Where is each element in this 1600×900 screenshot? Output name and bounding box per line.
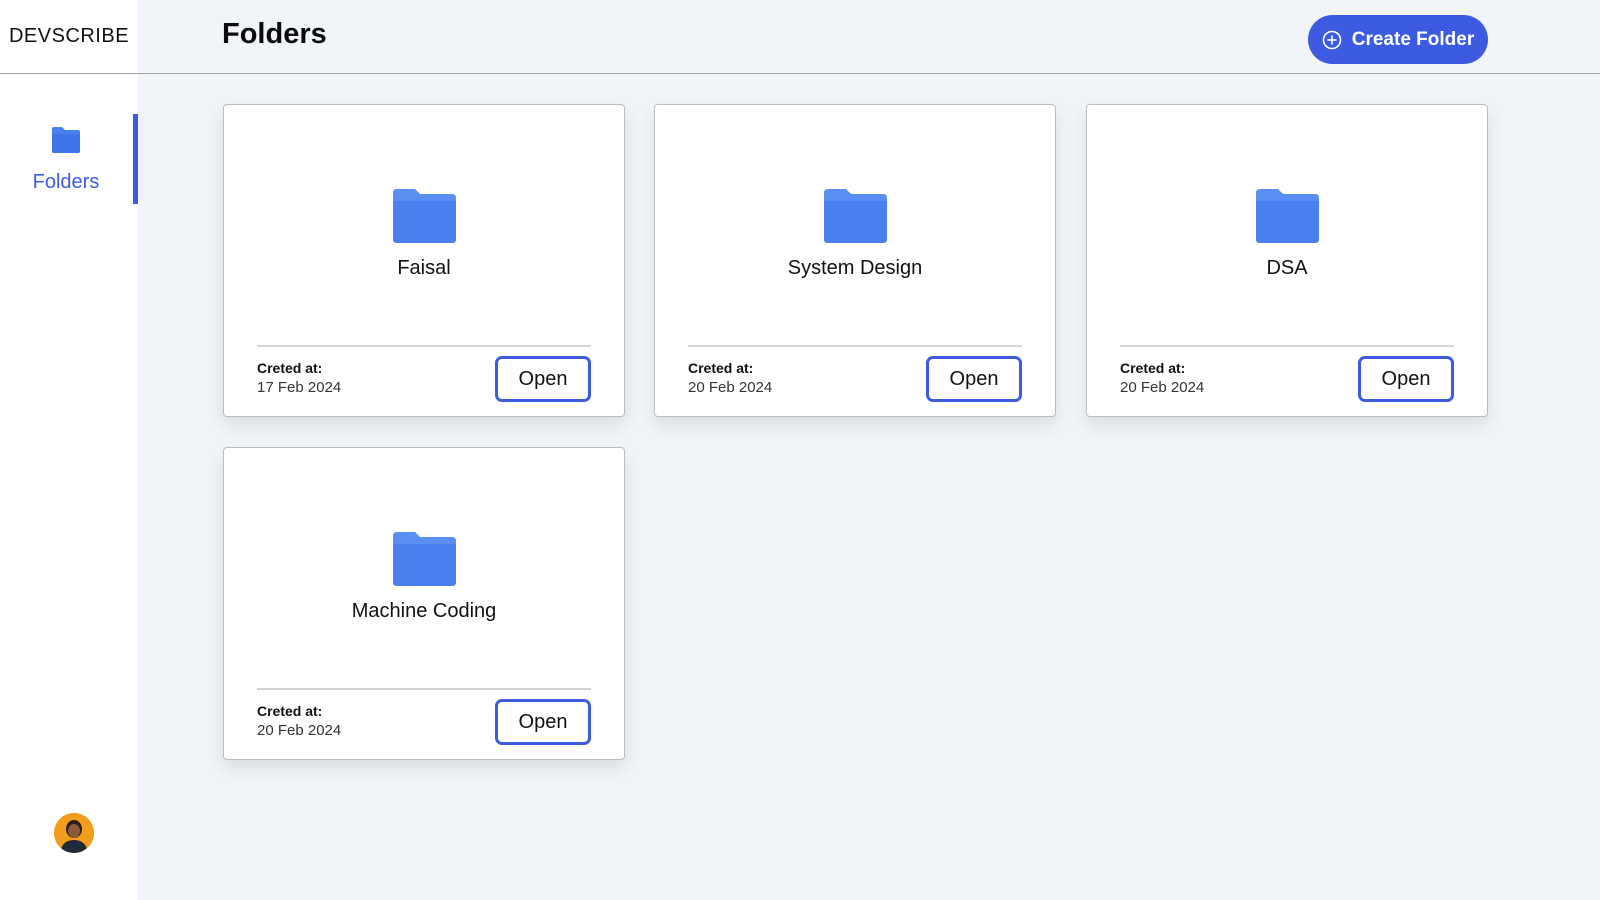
folder-name: DSA [1266,257,1308,279]
sidebar: DEVSCRIBE Folders [0,0,138,900]
open-button[interactable]: Open [495,699,591,745]
folder-card[interactable]: Machine Coding Creted at: 20 Feb 2024 Op… [223,447,625,760]
create-folder-button[interactable]: Create Folder [1308,15,1488,64]
folder-icon [52,126,80,153]
folder-card[interactable]: System Design Creted at: 20 Feb 2024 Ope… [654,104,1056,417]
folder-icon [393,532,456,586]
plus-circle-icon [1322,30,1342,49]
folder-icon [1256,189,1319,243]
created-label: Creted at: [257,703,323,719]
created-label: Creted at: [1120,360,1186,376]
brand-logo[interactable]: DEVSCRIBE [0,0,138,74]
page-title: Folders [222,18,327,50]
active-indicator [133,114,138,204]
open-button[interactable]: Open [1358,356,1454,402]
card-divider [257,688,591,690]
created-label: Creted at: [688,360,754,376]
created-date: 20 Feb 2024 [257,722,342,739]
create-folder-label: Create Folder [1351,28,1475,50]
folder-name: Faisal [397,257,451,279]
folder-icon [393,189,456,243]
card-divider [257,345,591,347]
created-date: 20 Feb 2024 [1120,379,1205,396]
created-date: 20 Feb 2024 [688,379,773,396]
card-divider [688,345,1022,347]
sidebar-item-label: Folders [32,170,100,193]
open-button[interactable]: Open [926,356,1022,402]
created-label: Creted at: [257,360,323,376]
folder-name: Machine Coding [351,600,497,622]
folder-card[interactable]: DSA Creted at: 20 Feb 2024 Open [1086,104,1488,417]
folder-card[interactable]: Faisal Creted at: 17 Feb 2024 Open [223,104,625,417]
card-divider [1120,345,1454,347]
open-button[interactable]: Open [495,356,591,402]
sidebar-item-folders[interactable]: Folders [0,114,138,204]
avatar[interactable] [54,813,94,853]
header: Folders Create Folder [138,0,1600,74]
folder-name: System Design [787,257,923,279]
user-avatar-icon [54,813,94,853]
folder-icon [824,189,887,243]
created-date: 17 Feb 2024 [257,379,342,396]
